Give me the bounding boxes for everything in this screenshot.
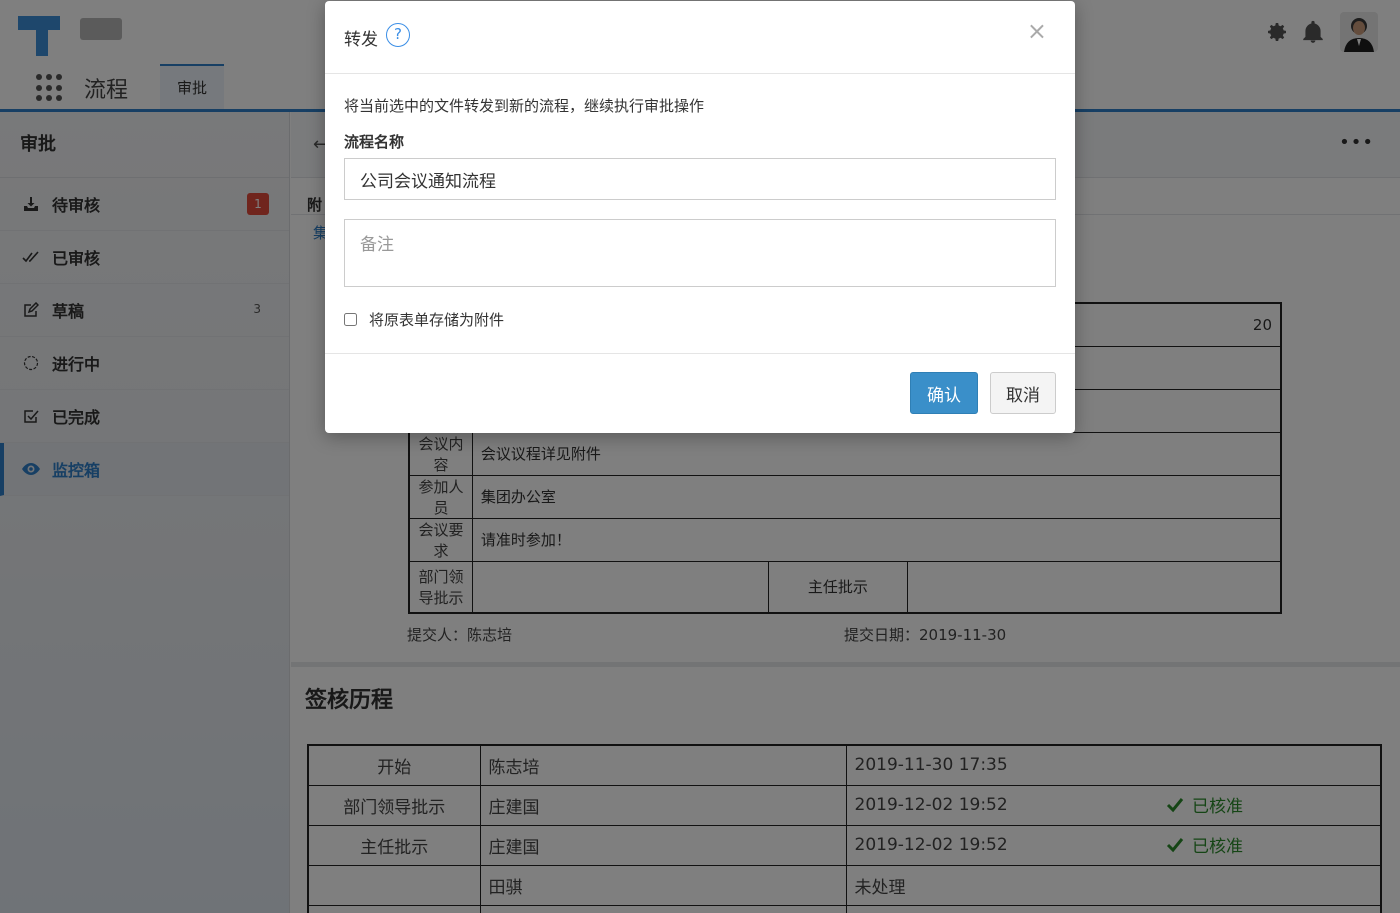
checkbox-label: 将原表单存储为附件 (369, 311, 505, 329)
cancel-button[interactable]: 取消 (990, 372, 1056, 414)
dialog-footer-divider (325, 353, 1075, 354)
dialog-header: 转发 ? × (325, 1, 1075, 74)
save-as-attachment-option[interactable]: 将原表单存储为附件 (344, 309, 504, 330)
dialog-description: 将当前选中的文件转发到新的流程，继续执行审批操作 (344, 97, 705, 115)
forward-dialog: 转发 ? × 将当前选中的文件转发到新的流程，继续执行审批操作 流程名称 将原表… (325, 1, 1075, 433)
close-icon[interactable]: × (1027, 19, 1047, 43)
remark-textarea[interactable] (344, 219, 1056, 287)
process-name-label: 流程名称 (344, 133, 405, 151)
help-icon[interactable]: ? (386, 23, 410, 47)
process-name-input[interactable] (344, 158, 1056, 200)
confirm-button[interactable]: 确认 (910, 372, 978, 414)
save-as-attachment-checkbox[interactable] (344, 313, 357, 326)
dialog-title: 转发 (344, 30, 378, 50)
